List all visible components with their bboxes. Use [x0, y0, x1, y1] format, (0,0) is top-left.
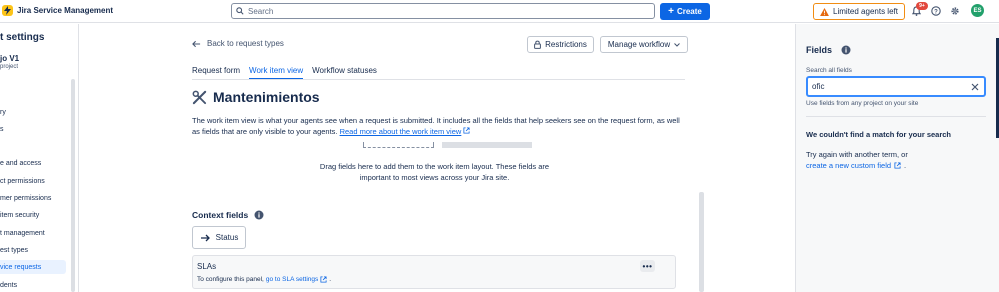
- sidebar-item-details[interactable]: s: [0, 122, 66, 136]
- more-options-icon[interactable]: •••: [640, 260, 655, 272]
- search-fields-label: Search all fields: [806, 67, 852, 74]
- panel-divider: [806, 116, 986, 117]
- create-custom-field-link[interactable]: create a new custom field: [806, 161, 891, 170]
- sidebar-project-type: project: [0, 64, 19, 70]
- tabs-divider: [192, 79, 685, 80]
- search-icon: [236, 7, 244, 15]
- notification-badge: 9+: [916, 2, 928, 10]
- read-more-link[interactable]: Read more about the work item view: [340, 127, 462, 136]
- sidebar-item-incidents[interactable]: dents: [0, 278, 66, 292]
- external-link-icon: [894, 162, 901, 169]
- project-settings-sidebar: t settings jo V1 project ry s e and acce…: [0, 24, 79, 292]
- dropzone-hint: Drag fields here to add them to the work…: [192, 161, 677, 183]
- sla-settings-link[interactable]: go to SLA settings: [266, 276, 318, 283]
- restrictions-label: Restrictions: [545, 40, 587, 49]
- create-custom-field-row: create a new custom field .: [806, 161, 906, 170]
- sidebar-item-request-management[interactable]: t management: [0, 226, 66, 240]
- context-fields-heading: Context fields: [192, 210, 264, 220]
- main-scrollbar[interactable]: [699, 192, 704, 292]
- sidebar-item-customer-permissions[interactable]: mer permissions: [0, 191, 66, 205]
- external-link-icon: [320, 276, 327, 283]
- field-placeholder-bar: [442, 142, 532, 148]
- context-fields-title: Context fields: [192, 210, 249, 220]
- sla-text: To configure this panel,: [197, 276, 264, 283]
- svg-text:?: ?: [934, 9, 938, 15]
- sidebar-item-summary[interactable]: ry: [0, 105, 66, 119]
- settings-gear-icon[interactable]: [950, 6, 960, 18]
- sla-panel: SLAs ••• To configure this panel, go to …: [192, 255, 676, 289]
- status-field-button[interactable]: Status: [192, 226, 246, 249]
- create-label: Create: [676, 7, 702, 16]
- drop-placeholder: [363, 142, 434, 148]
- search-placeholder: Search: [248, 6, 274, 16]
- sidebar-item-project-permissions[interactable]: ct permissions: [0, 174, 66, 188]
- dropzone-hint-line-2: important to most views across your Jira…: [359, 173, 510, 182]
- user-avatar[interactable]: ES: [971, 4, 984, 17]
- status-label: Status: [215, 233, 239, 242]
- sla-configure-text: To configure this panel, go to SLA setti…: [197, 276, 331, 283]
- external-link-icon: [463, 127, 470, 134]
- try-again-text: Try again with another term, or: [806, 150, 908, 159]
- fields-panel-title: Fields: [806, 45, 833, 55]
- sidebar-project-name: jo V1: [0, 54, 20, 63]
- sidebar-item-service-requests[interactable]: vice requests: [0, 260, 66, 274]
- restrictions-button[interactable]: Restrictions: [527, 36, 594, 53]
- no-match-heading: We couldn't find a match for your search: [806, 130, 952, 139]
- sidebar-title: t settings: [0, 32, 45, 43]
- lock-icon: [534, 40, 541, 49]
- create-button[interactable]: + Create: [660, 3, 710, 20]
- limited-agents-button[interactable]: Limited agents left: [813, 3, 905, 20]
- search-fields-value: ofic: [812, 82, 825, 91]
- arrow-right-icon: [200, 234, 210, 241]
- sidebar-item-request-types[interactable]: est types: [0, 243, 66, 257]
- request-type-tabs: Request form Work item view Workflow sta…: [192, 66, 377, 80]
- jira-logo-icon: [2, 5, 13, 16]
- sidebar-item-work-item-security[interactable]: item security: [0, 208, 66, 222]
- create-period: .: [904, 161, 907, 170]
- warning-icon: [820, 7, 829, 16]
- fields-panel-heading: Fields: [806, 45, 851, 55]
- manage-workflow-label: Manage workflow: [607, 40, 671, 49]
- plus-icon: +: [668, 5, 674, 17]
- tab-request-form[interactable]: Request form: [192, 66, 240, 80]
- work-item-layout-dropzone[interactable]: Drag fields here to add them to the work…: [192, 142, 677, 196]
- top-navigation: Jira Service Management Search + Create …: [0, 0, 999, 23]
- fields-panel: Fields Search all fields ofic Use fields…: [795, 24, 999, 292]
- back-label: Back to request types: [207, 39, 284, 48]
- app-name: Jira Service Management: [17, 6, 114, 15]
- work-item-view-description: The work item view is what your agents s…: [192, 115, 686, 137]
- sidebar-scrollbar[interactable]: [71, 79, 75, 292]
- arrow-left-icon: [192, 40, 201, 47]
- search-fields-help: Use fields from any project on your site: [806, 100, 919, 107]
- dropzone-hint-line-1: Drag fields here to add them to the work…: [319, 162, 550, 171]
- clear-icon[interactable]: [971, 83, 979, 93]
- back-to-request-types-link[interactable]: Back to request types: [192, 39, 284, 48]
- search-input[interactable]: Search: [231, 3, 655, 19]
- sla-period: .: [329, 276, 332, 283]
- sla-title: SLAs: [197, 262, 217, 271]
- info-icon[interactable]: [841, 45, 851, 55]
- manage-workflow-button[interactable]: Manage workflow: [600, 36, 688, 53]
- sidebar-item-people-and-access[interactable]: e and access: [0, 156, 66, 170]
- limited-label: Limited agents left: [833, 7, 898, 16]
- info-icon[interactable]: [254, 210, 264, 220]
- chevron-down-icon: [674, 42, 680, 47]
- help-icon[interactable]: ?: [931, 6, 941, 18]
- tab-work-item-view[interactable]: Work item view: [249, 66, 304, 80]
- search-fields-input[interactable]: ofic: [806, 76, 986, 97]
- request-type-title: Mantenimientos: [213, 89, 320, 105]
- app-brand[interactable]: Jira Service Management: [2, 5, 113, 16]
- tools-icon: [192, 90, 207, 104]
- tab-workflow-statuses[interactable]: Workflow statuses: [312, 66, 377, 80]
- request-type-heading: Mantenimientos: [192, 89, 320, 105]
